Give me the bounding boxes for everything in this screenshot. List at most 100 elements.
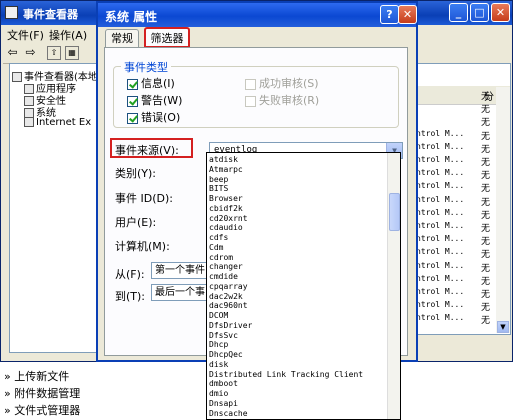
event-viewer-title: 事件查看器 bbox=[23, 8, 78, 21]
forward-arrow-icon[interactable]: ⇨ bbox=[23, 45, 38, 60]
row-category: 无 bbox=[481, 144, 491, 155]
list-item[interactable]: atdisk bbox=[209, 155, 238, 165]
back-arrow-icon[interactable]: ⇦ bbox=[5, 45, 20, 60]
list-item[interactable]: Dnsapi bbox=[209, 399, 238, 409]
list-item[interactable]: Browser bbox=[209, 194, 243, 204]
maximize-button[interactable]: □ bbox=[470, 3, 489, 22]
list-item[interactable]: DhcpQec bbox=[209, 350, 243, 360]
list-item[interactable]: cbidf2k bbox=[209, 204, 243, 214]
row-source: ntrol M... bbox=[416, 260, 465, 270]
show-tree-icon[interactable]: ▦ bbox=[65, 46, 79, 60]
minimize-button[interactable]: _ bbox=[449, 3, 468, 22]
row-category: 无 bbox=[481, 224, 491, 234]
list-item[interactable]: BITS bbox=[209, 184, 228, 194]
tree-item-label: Internet Ex bbox=[36, 117, 92, 128]
row-source: ntrol M... bbox=[416, 247, 465, 257]
source-label: 事件来源(V): bbox=[115, 144, 179, 157]
list-item[interactable]: Distributed Link Tracking Client bbox=[209, 370, 363, 380]
row-category: 无 bbox=[481, 158, 491, 168]
row-source: ntrol M... bbox=[416, 155, 465, 164]
list-item[interactable]: Dnscache bbox=[209, 409, 248, 419]
checkbox-success-audit[interactable]: 成功审核(S) bbox=[245, 75, 319, 91]
row-category: 无 bbox=[481, 171, 491, 182]
tab-general[interactable]: 常规 bbox=[105, 29, 139, 47]
row-source: ntrol M... bbox=[416, 141, 465, 151]
row-source: ntrol M... bbox=[416, 194, 465, 204]
bottom-item-label: 文件式管理器 bbox=[14, 404, 81, 417]
row-category: 无 bbox=[481, 316, 491, 327]
bottom-item[interactable]: » 上传新文件 bbox=[4, 368, 69, 384]
row-category: 无 bbox=[481, 276, 491, 287]
event-type-group-label: 事件类型 bbox=[121, 59, 171, 75]
row-category: 无 bbox=[481, 118, 491, 129]
list-item[interactable]: cdaudio bbox=[209, 223, 243, 233]
list-item[interactable]: Dhcp bbox=[209, 340, 228, 350]
checkbox-warning[interactable]: 警告(W) bbox=[127, 92, 182, 108]
list-item[interactable]: DfsDriver bbox=[209, 321, 252, 331]
list-item[interactable]: Cdm bbox=[209, 243, 223, 253]
user-label: 用户(E): bbox=[115, 216, 157, 229]
list-item[interactable]: beep bbox=[209, 175, 228, 185]
to-select-value: 最后一个事 bbox=[155, 287, 205, 298]
list-item[interactable]: dmboot bbox=[209, 379, 238, 389]
event-viewer-app-icon bbox=[5, 6, 18, 19]
list-item[interactable]: cd20xrnt bbox=[209, 214, 248, 224]
computer-label: 计算机(M): bbox=[115, 240, 170, 253]
row-source: ntrol M... bbox=[416, 168, 465, 178]
row-category: 无 bbox=[481, 303, 491, 314]
to-select[interactable]: 最后一个事 bbox=[151, 284, 209, 301]
list-item[interactable]: DCOM bbox=[209, 311, 228, 321]
list-item[interactable]: DfsSvc bbox=[209, 331, 238, 341]
row-category: 无 bbox=[481, 290, 491, 300]
bottom-item-label: 上传新文件 bbox=[14, 370, 70, 383]
row-category: 无 bbox=[481, 184, 491, 195]
list-item[interactable]: changer bbox=[209, 262, 243, 272]
row-source: ntrol M... bbox=[416, 221, 465, 230]
checkbox-label: 信息(I) bbox=[141, 77, 175, 90]
menu-file[interactable]: 文件(F) bbox=[7, 27, 44, 43]
list-item[interactable]: cmdide bbox=[209, 272, 238, 282]
checkbox-label: 错误(O) bbox=[141, 111, 181, 124]
row-category: 无 bbox=[481, 210, 491, 221]
row-source: ntrol M... bbox=[416, 128, 465, 138]
checkbox-checked-icon bbox=[127, 78, 138, 90]
list-item[interactable]: Atmarpc bbox=[209, 165, 243, 175]
up-folder-icon[interactable]: ⇧ bbox=[47, 46, 61, 60]
bottom-item-label: 附件数据管理 bbox=[14, 387, 81, 400]
list-scrollbar[interactable]: ▼ bbox=[496, 87, 510, 333]
row-category: 无 bbox=[481, 197, 491, 208]
list-item[interactable]: dac2w2k bbox=[209, 292, 243, 302]
checkbox-unchecked-icon bbox=[245, 78, 256, 90]
row-category: 无 bbox=[481, 131, 491, 142]
scroll-down-icon[interactable]: ▼ bbox=[497, 321, 509, 333]
checkbox-information[interactable]: 信息(I) bbox=[127, 75, 175, 91]
log-icon bbox=[24, 117, 34, 127]
list-item[interactable]: cdrom bbox=[209, 253, 233, 263]
menu-action[interactable]: 操作(A) bbox=[49, 27, 87, 43]
close-button[interactable]: ✕ bbox=[491, 3, 510, 22]
computer-icon bbox=[12, 72, 22, 82]
row-category: 无 bbox=[481, 105, 491, 116]
dropdown-scrollbar[interactable] bbox=[387, 153, 400, 419]
scroll-thumb[interactable] bbox=[389, 193, 400, 231]
dialog-close-button[interactable]: ✕ bbox=[398, 5, 417, 24]
tab-filter[interactable]: 筛选器 bbox=[144, 27, 190, 48]
list-item[interactable]: dmio bbox=[209, 389, 228, 399]
tree-item-internet-explorer[interactable]: Internet Ex bbox=[24, 117, 91, 128]
from-select-value: 第一个事件 bbox=[155, 265, 205, 276]
bottom-item[interactable]: » 文件式管理器 bbox=[4, 402, 80, 418]
checkbox-error[interactable]: 错误(O) bbox=[127, 109, 180, 125]
list-item[interactable]: dac960nt bbox=[209, 301, 248, 311]
checkbox-label: 警告(W) bbox=[141, 94, 183, 107]
help-button[interactable]: ? bbox=[380, 5, 399, 24]
list-item[interactable]: disk bbox=[209, 360, 228, 370]
list-item[interactable]: cpqarray bbox=[209, 282, 248, 292]
row-category: 无 bbox=[481, 250, 491, 261]
checkbox-checked-icon bbox=[127, 95, 138, 107]
list-item[interactable]: cdfs bbox=[209, 233, 228, 243]
checkbox-checked-icon bbox=[127, 112, 138, 124]
checkbox-failure-audit[interactable]: 失败审核(R) bbox=[245, 92, 319, 108]
bottom-item[interactable]: » 附件数据管理 bbox=[4, 385, 80, 401]
from-select[interactable]: 第一个事件 bbox=[151, 262, 209, 279]
row-source: ntrol M... bbox=[416, 300, 465, 310]
